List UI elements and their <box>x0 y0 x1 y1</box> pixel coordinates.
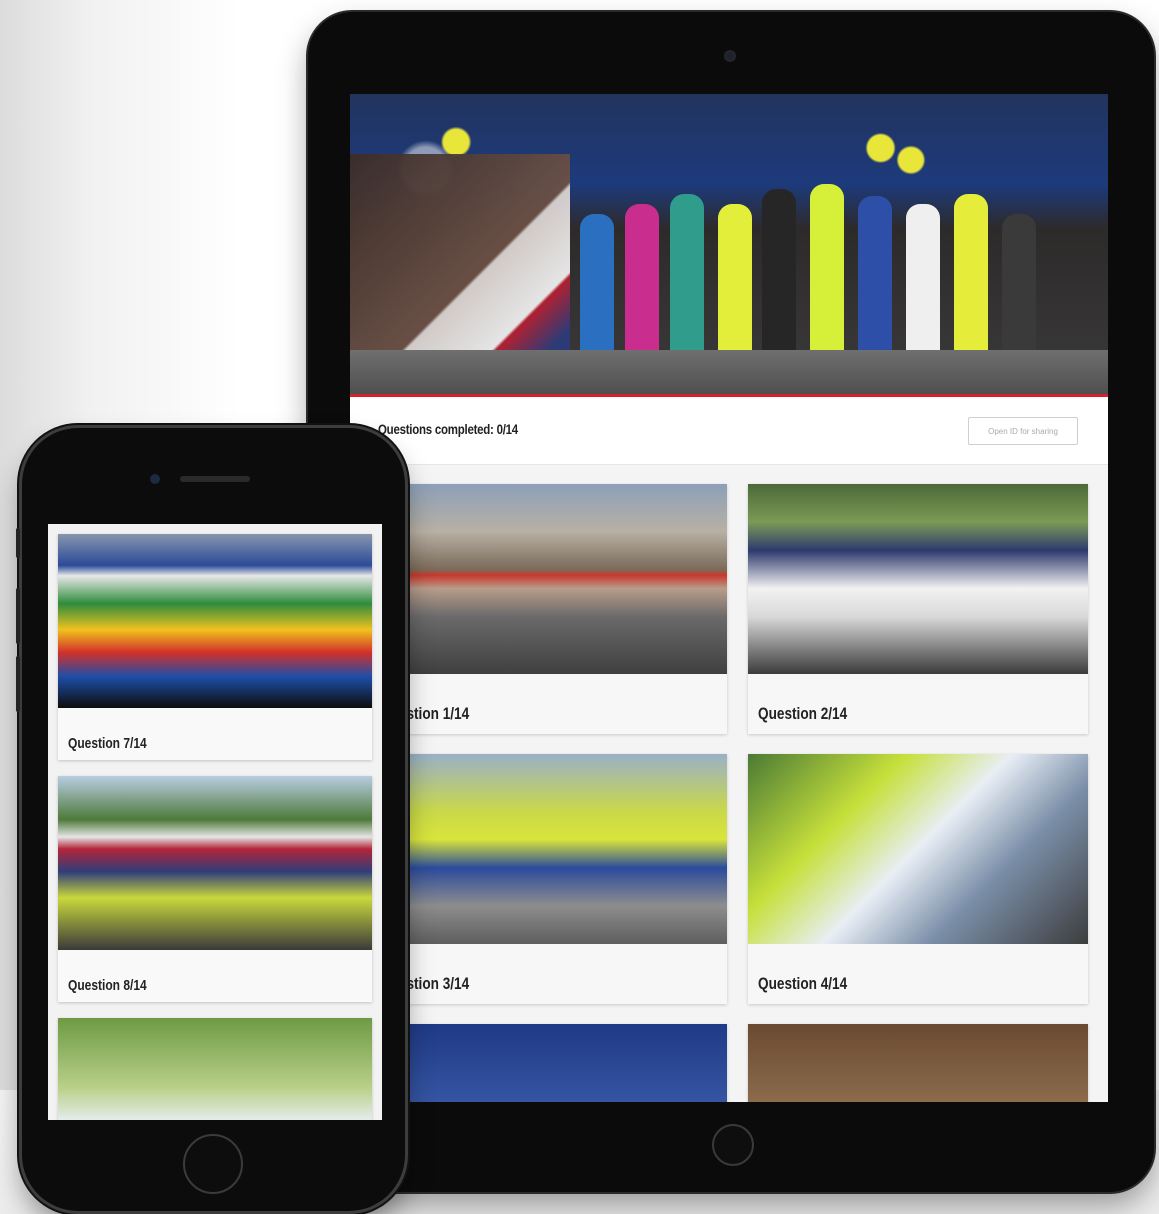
hero-runner <box>906 204 940 364</box>
phone-side-button <box>16 528 20 558</box>
question-card[interactable]: Question 4/14 <box>748 754 1088 1004</box>
hero-runner <box>670 194 704 364</box>
phone-speaker <box>180 476 250 482</box>
hero-runner <box>810 184 844 364</box>
phone-device: Question 7/14 Question 8/14 <box>16 428 405 1211</box>
question-label: Question 4/14 <box>758 974 848 993</box>
hero-runner <box>762 189 796 364</box>
hero-runner <box>858 196 892 364</box>
hero-runner <box>718 204 752 364</box>
question-label: Question 8/14 <box>68 977 147 994</box>
question-card[interactable]: Question 2/14 <box>748 484 1088 734</box>
question-image <box>748 484 1088 674</box>
progress-label: Questions completed: 0/14 <box>378 421 518 437</box>
tablet-device: Questions completed: 0/14 Open ID for sh… <box>308 12 1154 1192</box>
question-card[interactable] <box>370 1024 727 1102</box>
hero-image <box>350 94 1108 394</box>
phone-side-button <box>16 656 20 712</box>
question-card[interactable] <box>58 1018 372 1120</box>
hero-road <box>350 350 1108 394</box>
question-card[interactable]: Question 7/14 <box>58 534 372 760</box>
progress-bar: Questions completed: 0/14 Open ID for sh… <box>350 397 1108 465</box>
hero-runner <box>625 204 659 364</box>
tablet-home-button[interactable] <box>712 1124 754 1166</box>
question-image <box>58 534 372 708</box>
question-image <box>370 754 727 944</box>
question-image <box>370 484 727 674</box>
question-card[interactable]: Question 3/14 <box>370 754 727 1004</box>
question-label: Question 2/14 <box>758 704 848 723</box>
hero-runner <box>1002 214 1036 364</box>
phone-camera <box>150 474 160 484</box>
share-button[interactable]: Open ID for sharing <box>968 417 1078 445</box>
question-card[interactable]: Question 8/14 <box>58 776 372 1002</box>
phone-screen: Question 7/14 Question 8/14 <box>48 524 382 1120</box>
question-image <box>370 1024 727 1102</box>
phone-side-button <box>16 588 20 644</box>
question-card[interactable] <box>748 1024 1088 1102</box>
question-image <box>58 1018 372 1120</box>
question-label: Question 7/14 <box>68 735 147 752</box>
hero-runner <box>954 194 988 364</box>
question-image <box>748 754 1088 944</box>
question-card[interactable]: Question 1/14 <box>370 484 727 734</box>
tablet-camera <box>724 50 736 62</box>
hero-runner <box>580 214 614 364</box>
question-image <box>58 776 372 950</box>
question-image <box>748 1024 1088 1102</box>
phone-home-button[interactable] <box>183 1134 243 1194</box>
tablet-screen: Questions completed: 0/14 Open ID for sh… <box>350 94 1108 1102</box>
